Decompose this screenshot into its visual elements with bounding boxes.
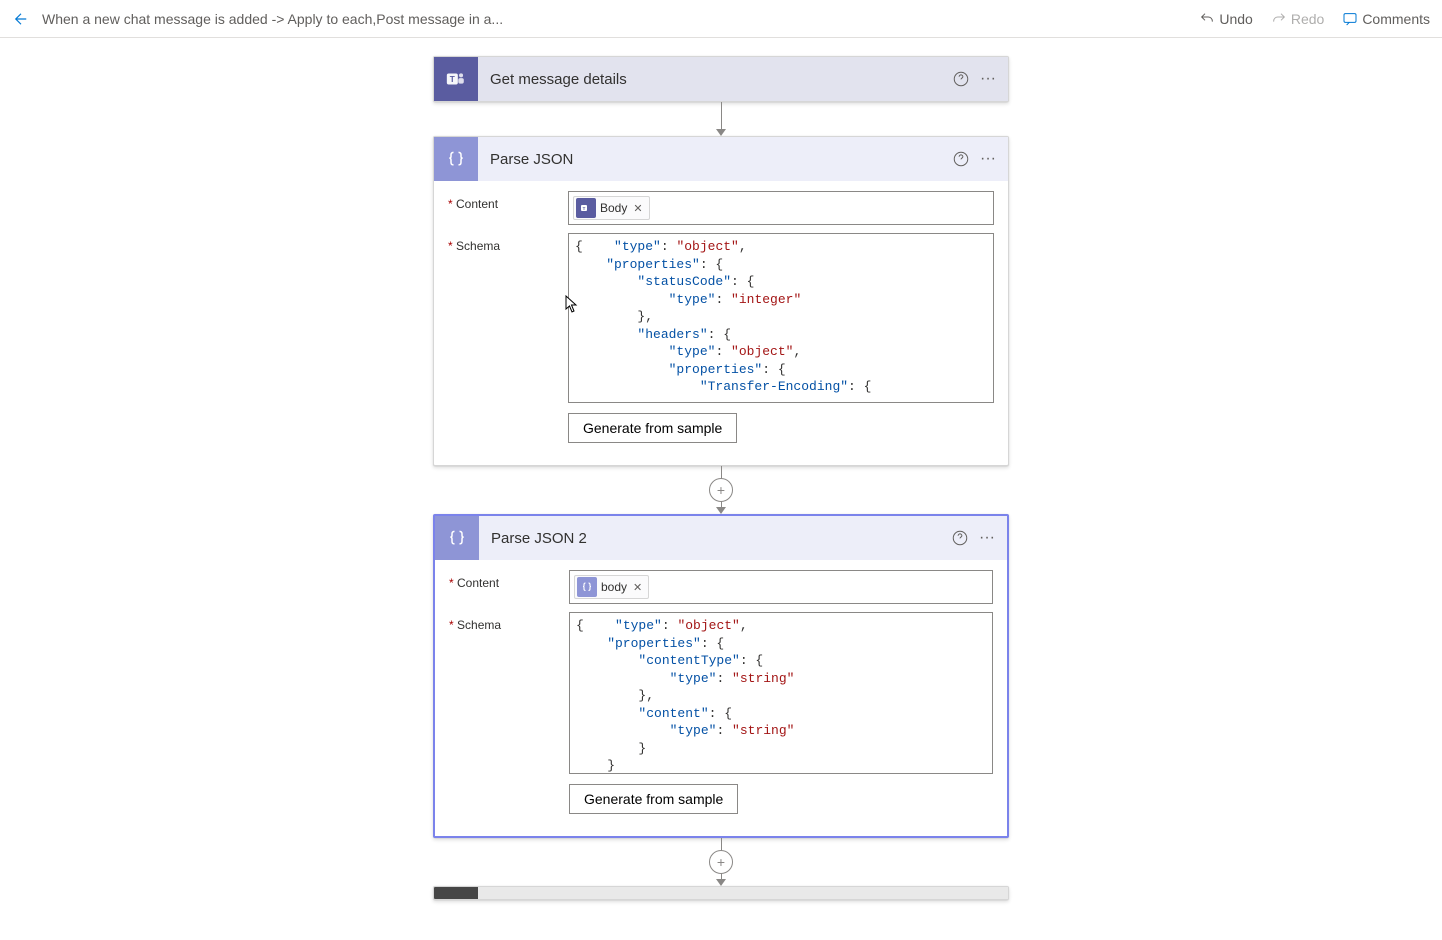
parse-json-icon <box>435 516 479 560</box>
undo-label: Undo <box>1219 11 1252 27</box>
connector-arrow <box>721 102 722 136</box>
help-icon[interactable] <box>952 150 970 168</box>
action-card-next[interactable] <box>433 886 1009 900</box>
action-card-parse-json[interactable]: Parse JSON ··· Content T Body ✕ <box>433 136 1009 466</box>
pill-label: body <box>601 580 627 594</box>
breadcrumb: When a new chat message is added -> Appl… <box>42 11 1199 27</box>
add-step-button[interactable]: + <box>709 478 733 502</box>
help-icon[interactable] <box>951 529 969 547</box>
top-bar: When a new chat message is added -> Appl… <box>0 0 1442 38</box>
teams-icon: T <box>576 198 596 218</box>
schema-textarea[interactable]: { "type": "object", "properties": { "sta… <box>568 233 994 403</box>
pill-label: Body <box>600 201 627 215</box>
content-input[interactable]: body ✕ <box>569 570 993 604</box>
teams-icon: T <box>434 57 478 101</box>
svg-text:T: T <box>583 206 586 211</box>
content-label: Content <box>449 570 569 604</box>
card-title: Parse JSON 2 <box>479 530 951 547</box>
connector-arrow: + <box>721 466 722 514</box>
undo-button[interactable]: Undo <box>1199 11 1252 27</box>
pill-remove-icon[interactable]: ✕ <box>631 202 644 215</box>
action-icon <box>434 887 478 900</box>
content-label: Content <box>448 191 568 225</box>
more-icon[interactable]: ··· <box>979 529 995 547</box>
content-input[interactable]: T Body ✕ <box>568 191 994 225</box>
generate-from-sample-button[interactable]: Generate from sample <box>568 413 737 443</box>
redo-button[interactable]: Redo <box>1271 11 1324 27</box>
help-icon[interactable] <box>952 70 970 88</box>
connector-arrow: + <box>721 838 722 886</box>
parse-json-icon <box>577 577 597 597</box>
action-card-parse-json-2[interactable]: Parse JSON 2 ··· Content body ✕ <box>433 514 1009 838</box>
card-title: Get message details <box>478 71 952 88</box>
more-icon[interactable]: ··· <box>980 70 996 88</box>
action-card-get-message-details[interactable]: T Get message details ··· <box>433 56 1009 102</box>
top-actions: Undo Redo Comments <box>1199 11 1430 27</box>
parse-json-icon <box>434 137 478 181</box>
more-icon[interactable]: ··· <box>980 150 996 168</box>
flow-canvas: T Get message details ··· Parse JSON ··· <box>0 38 1442 940</box>
content-pill-body[interactable]: body ✕ <box>574 575 649 599</box>
comments-button[interactable]: Comments <box>1342 11 1430 27</box>
back-button[interactable] <box>12 10 30 28</box>
content-pill-body[interactable]: T Body ✕ <box>573 196 650 220</box>
pill-remove-icon[interactable]: ✕ <box>631 581 644 594</box>
svg-text:T: T <box>450 75 455 84</box>
schema-label: Schema <box>449 612 569 814</box>
comments-label: Comments <box>1362 11 1430 27</box>
card-title: Parse JSON <box>478 151 952 168</box>
add-step-button[interactable]: + <box>709 850 733 874</box>
generate-from-sample-button[interactable]: Generate from sample <box>569 784 738 814</box>
schema-textarea[interactable]: { "type": "object", "properties": { "con… <box>569 612 993 774</box>
schema-label: Schema <box>448 233 568 443</box>
redo-label: Redo <box>1291 11 1324 27</box>
